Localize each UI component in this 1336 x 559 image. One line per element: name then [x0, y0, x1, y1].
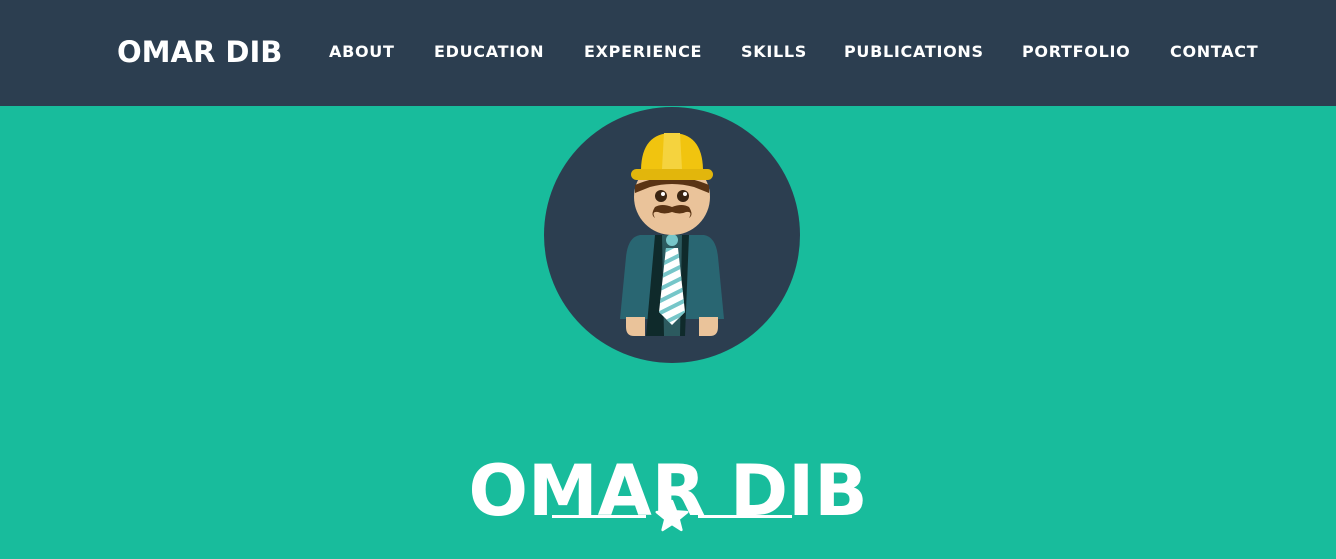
nav-item-portfolio[interactable]: PORTFOLIO: [1022, 40, 1130, 64]
divider-line-left: [552, 515, 646, 518]
navbar: OMAR DIB ABOUT EDUCATION EXPERIENCE SKIL…: [0, 0, 1336, 106]
nav-item-publications[interactable]: PUBLICATIONS: [844, 40, 984, 64]
engineer-avatar-icon: [544, 107, 800, 363]
divider-line-right: [698, 515, 792, 518]
brand-link[interactable]: OMAR DIB: [117, 31, 282, 73]
star-icon: [655, 499, 689, 532]
nav-item-contact[interactable]: CONTACT: [1170, 40, 1258, 64]
nav-item-skills[interactable]: SKILLS: [741, 40, 807, 64]
nav-item-education[interactable]: EDUCATION: [434, 40, 544, 64]
star-divider: [552, 499, 792, 532]
nav-item-about[interactable]: ABOUT: [329, 40, 395, 64]
nav-item-experience[interactable]: EXPERIENCE: [584, 40, 702, 64]
